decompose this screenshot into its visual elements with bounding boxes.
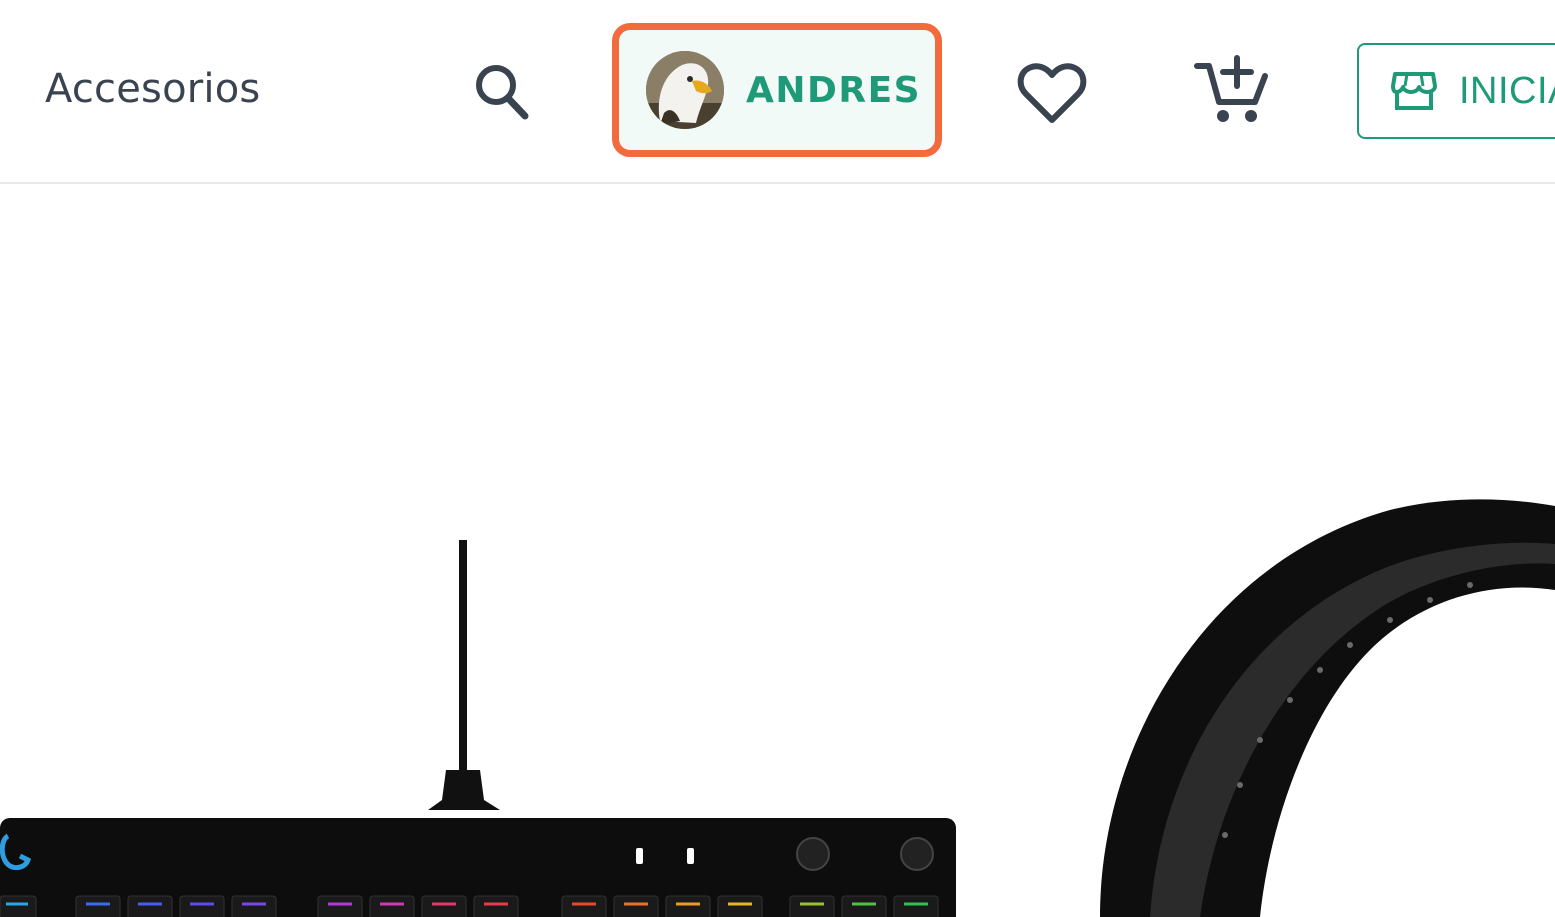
heart-icon [1017,63,1087,123]
login-label: INICIA [1459,69,1555,112]
headset-image[interactable] [1090,440,1555,917]
cart-button[interactable] [1190,50,1274,130]
user-profile-button[interactable]: ANDRES [612,23,942,157]
eagle-icon [646,51,724,129]
favorites-button[interactable] [1012,54,1092,134]
cart-add-icon [1194,55,1268,122]
search-button[interactable] [466,56,538,128]
store-icon [1391,72,1437,110]
top-header: Accesorios ANDRES INICI [0,0,1555,184]
login-button[interactable]: INICIA [1357,43,1555,139]
user-name: ANDRES [746,69,922,111]
avatar [646,51,724,129]
search-icon [476,65,529,120]
keyboard-image[interactable] [0,520,960,917]
nav-link-accesorios[interactable]: Accesorios [45,66,260,112]
